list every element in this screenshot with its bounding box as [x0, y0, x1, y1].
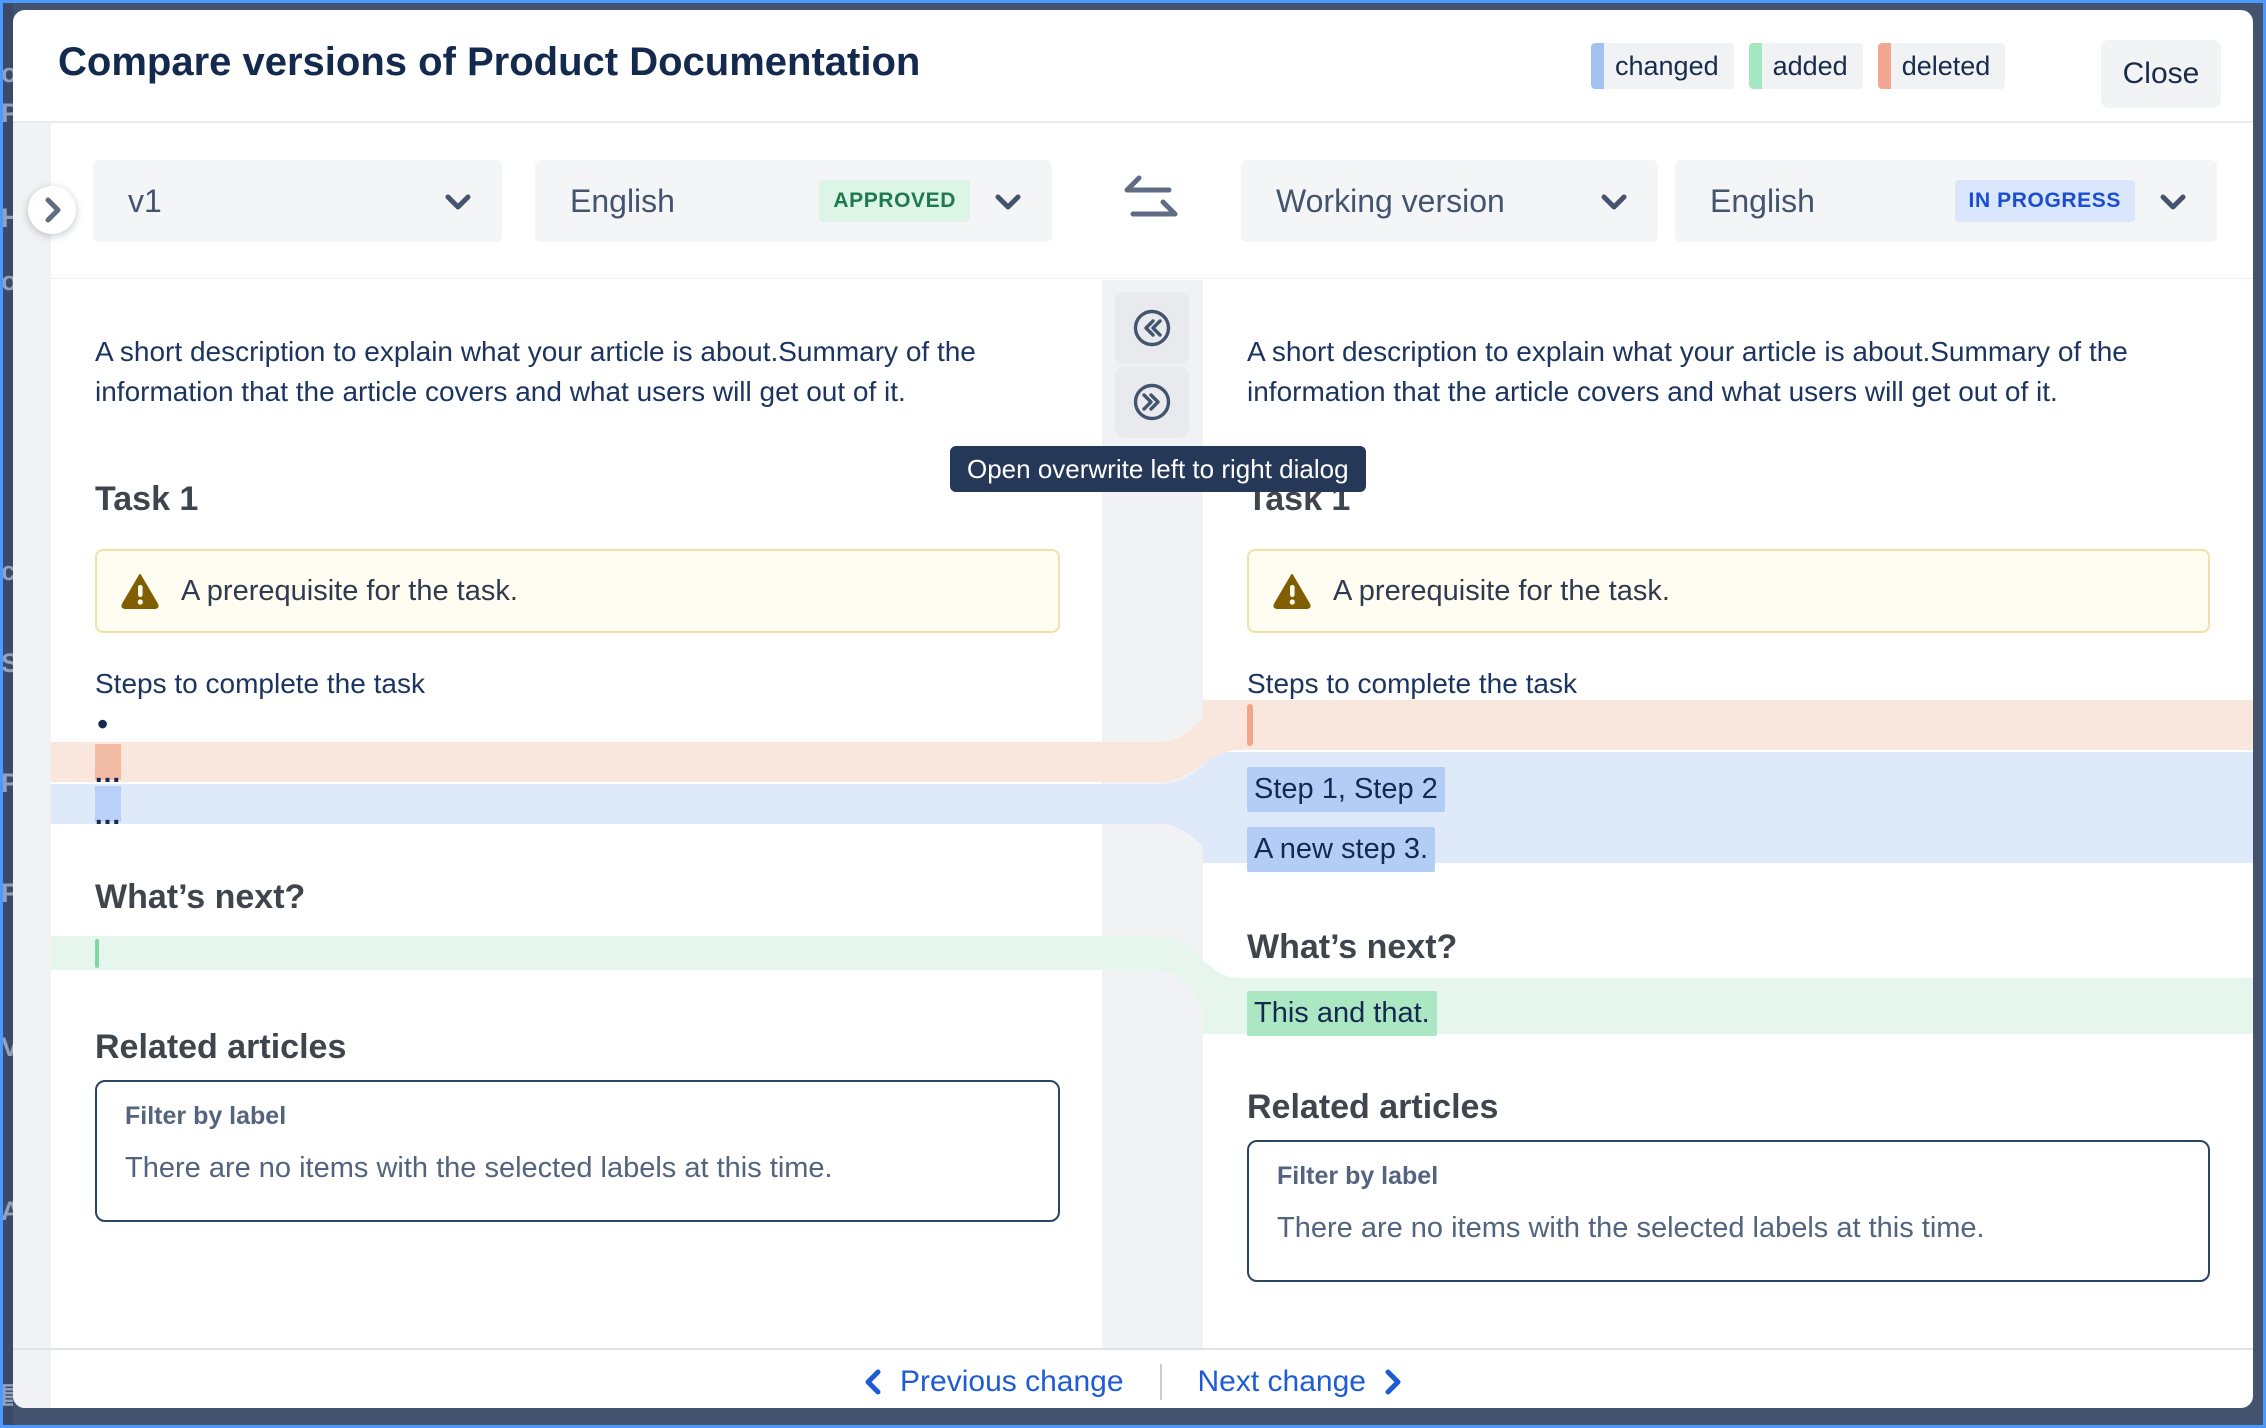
changed-highlight: A new step 3. [1247, 827, 1435, 872]
deleted-caret-right [1247, 704, 1253, 746]
right-language-value: English [1710, 183, 1955, 220]
bullet-point: • [97, 706, 108, 743]
deleted-band-left [51, 742, 1102, 782]
double-chevron-left-circle-icon [1129, 305, 1175, 351]
no-items-text-left: There are no items with the selected lab… [125, 1152, 833, 1185]
legend-chip-changed: changed [1591, 43, 1734, 89]
related-articles-box-left: Filter by label There are no items with … [95, 1080, 1060, 1222]
left-version-select[interactable]: v1 [93, 160, 502, 242]
chevron-down-icon [2157, 187, 2189, 215]
chevron-down-icon [992, 187, 1024, 215]
filter-label-left: Filter by label [125, 1102, 286, 1131]
background-sidebar: o PP Ho c Se P Pr Ve AP ▤ [0, 0, 13, 1428]
filter-label-right: Filter by label [1277, 1162, 1438, 1191]
diff-connectors [1060, 680, 1260, 1060]
diff-legend: changed added deleted [1591, 43, 2005, 89]
ellipsis-text: ... [95, 766, 121, 780]
ellipsis-text: ... [95, 808, 121, 822]
page-title: Compare versions of Product Documentatio… [58, 40, 920, 85]
description-right: A short description to explain what your… [1247, 332, 2232, 412]
right-version-value: Working version [1276, 183, 1598, 220]
no-items-text-right: There are no items with the selected lab… [1277, 1212, 1985, 1245]
overwrite-left-to-right-button[interactable] [1115, 366, 1189, 438]
sidebar-text-fragment: ▤ [1, 1378, 13, 1409]
deleted-band-right [1203, 700, 2253, 750]
changed-band-left [51, 784, 1102, 824]
sidebar-text-fragment: Se [1, 648, 13, 679]
compare-versions-dialog: Compare versions of Product Documentatio… [13, 10, 2253, 1408]
sidebar-text-fragment: P [1, 768, 13, 799]
right-status-badge: IN PROGRESS [1955, 180, 2135, 222]
legend-chip-deleted: deleted [1878, 43, 2006, 89]
changed-text-1: Step 1, Step 2 [1247, 767, 1445, 812]
whats-next-heading-right: What’s next? [1247, 928, 1457, 967]
sidebar-text-fragment: c [1, 556, 13, 587]
left-language-value: English [570, 183, 819, 220]
chevron-right-icon [1382, 1367, 1404, 1397]
related-heading-left: Related articles [95, 1028, 346, 1067]
swap-sides-icon [1113, 170, 1189, 239]
sidebar-text-fragment: Ve [1, 1032, 13, 1063]
footer-divider [13, 1348, 2253, 1350]
legend-label: deleted [1902, 51, 1991, 82]
chevron-left-icon [862, 1367, 884, 1397]
warning-icon [1273, 573, 1311, 609]
right-language-select[interactable]: English IN PROGRESS [1675, 160, 2217, 242]
double-chevron-right-circle-icon [1129, 379, 1175, 425]
close-button[interactable]: Close [2101, 40, 2221, 108]
steps-label-right: Steps to complete the task [1247, 664, 1577, 704]
warning-text-left: A prerequisite for the task. [181, 575, 518, 608]
whats-next-heading-left: What’s next? [95, 878, 305, 917]
previous-change-button[interactable]: Previous change [856, 1364, 1129, 1400]
sidebar-text-fragment: PP [1, 98, 13, 129]
screenshot-root: o PP Ho c Se P Pr Ve AP ▤ Compare versions of Pro… [0, 0, 2266, 1428]
added-highlight: This and that. [1247, 991, 1437, 1036]
description-left: A short description to explain what your… [95, 332, 1080, 412]
overwrite-right-to-left-button[interactable] [1115, 292, 1189, 364]
legend-color-swatch [1749, 43, 1762, 89]
related-articles-box-right: Filter by label There are no items with … [1247, 1140, 2210, 1282]
chevron-right-icon [28, 186, 76, 234]
next-change-label: Next change [1198, 1365, 1366, 1399]
related-heading-right: Related articles [1247, 1088, 1498, 1127]
added-caret-left [95, 939, 99, 968]
left-status-badge: APPROVED [819, 180, 970, 222]
warning-icon [121, 573, 159, 609]
left-language-select[interactable]: English APPROVED [535, 160, 1052, 242]
task-heading-left: Task 1 [95, 480, 198, 519]
sidebar-text-fragment: o [1, 266, 13, 297]
nav-divider [1160, 1364, 1162, 1400]
changed-ellipsis-marker: ... [95, 786, 121, 822]
collapsed-version-panel [13, 123, 53, 1408]
warning-panel-right: A prerequisite for the task. [1247, 549, 2210, 633]
steps-label-left: Steps to complete the task [95, 664, 425, 704]
legend-color-swatch [1591, 43, 1604, 89]
warning-text-right: A prerequisite for the task. [1333, 575, 1670, 608]
warning-panel-left: A prerequisite for the task. [95, 549, 1060, 633]
deleted-ellipsis-marker: ... [95, 744, 121, 780]
next-change-button[interactable]: Next change [1192, 1364, 1410, 1400]
previous-change-label: Previous change [900, 1365, 1123, 1399]
added-text: This and that. [1247, 991, 1437, 1036]
changed-highlight: Step 1, Step 2 [1247, 767, 1445, 812]
sidebar-text-fragment: o [1, 58, 13, 89]
legend-label: changed [1615, 51, 1719, 82]
added-band-left [51, 936, 1102, 970]
legend-chip-added: added [1749, 43, 1863, 89]
expand-panel-button[interactable] [28, 186, 76, 234]
change-navigation: Previous change Next change [13, 1356, 2253, 1408]
sidebar-text-fragment: H [1, 203, 13, 234]
legend-color-swatch [1878, 43, 1891, 89]
right-version-select[interactable]: Working version [1241, 160, 1658, 242]
changed-text-2: A new step 3. [1247, 827, 1435, 872]
sidebar-text-fragment: Pr [1, 878, 13, 909]
left-version-value: v1 [128, 183, 442, 220]
legend-label: added [1773, 51, 1848, 82]
header-divider [13, 121, 2253, 123]
chevron-down-icon [442, 187, 474, 215]
tooltip: Open overwrite left to right dialog [950, 446, 1366, 492]
selector-row-divider [51, 278, 2253, 279]
sidebar-text-fragment: AP [1, 1196, 13, 1227]
chevron-down-icon [1598, 187, 1630, 215]
